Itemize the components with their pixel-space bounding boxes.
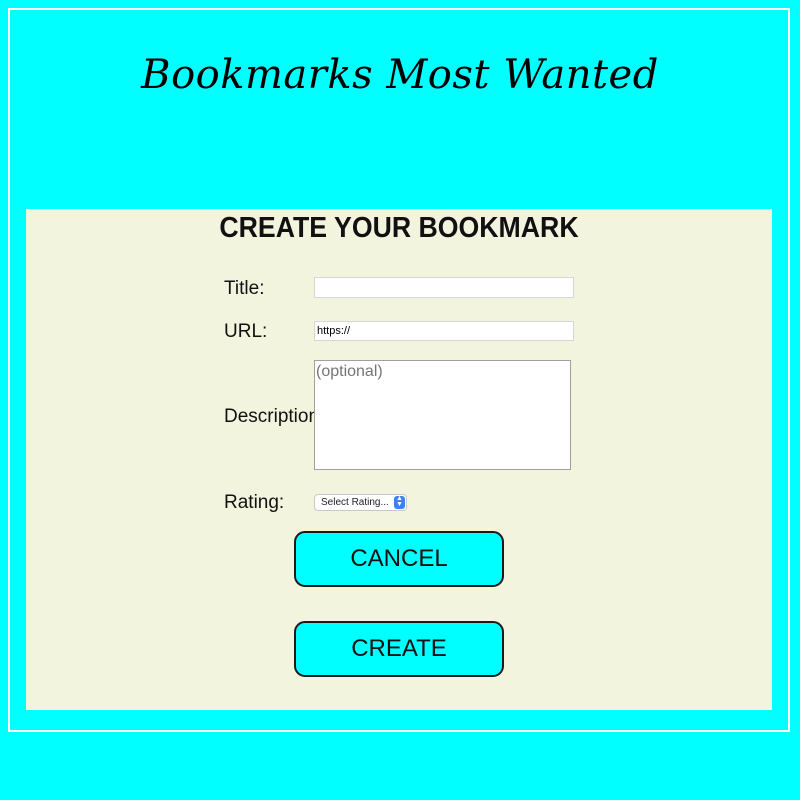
rating-select-value: Select Rating... [321,497,389,508]
create-button[interactable]: CREATE [294,621,504,677]
url-input[interactable] [314,321,574,341]
url-label: URL: [224,321,268,342]
description-textarea[interactable] [314,360,571,470]
chevron-up-down-icon: ▲ ▼ [394,495,405,509]
cancel-button[interactable]: CANCEL [294,531,504,587]
rating-label: Rating: [224,492,285,513]
rating-select[interactable]: Select Rating... ▲ ▼ [314,494,407,511]
description-label: Description: [224,406,325,427]
bookmark-form-panel: CREATE YOUR BOOKMARK Title: URL: Descrip… [26,209,772,710]
title-label: Title: [224,278,265,299]
app-title: Bookmarks Most Wanted [141,52,659,98]
form-heading: CREATE YOUR BOOKMARK [219,212,579,244]
title-input[interactable] [314,277,574,298]
